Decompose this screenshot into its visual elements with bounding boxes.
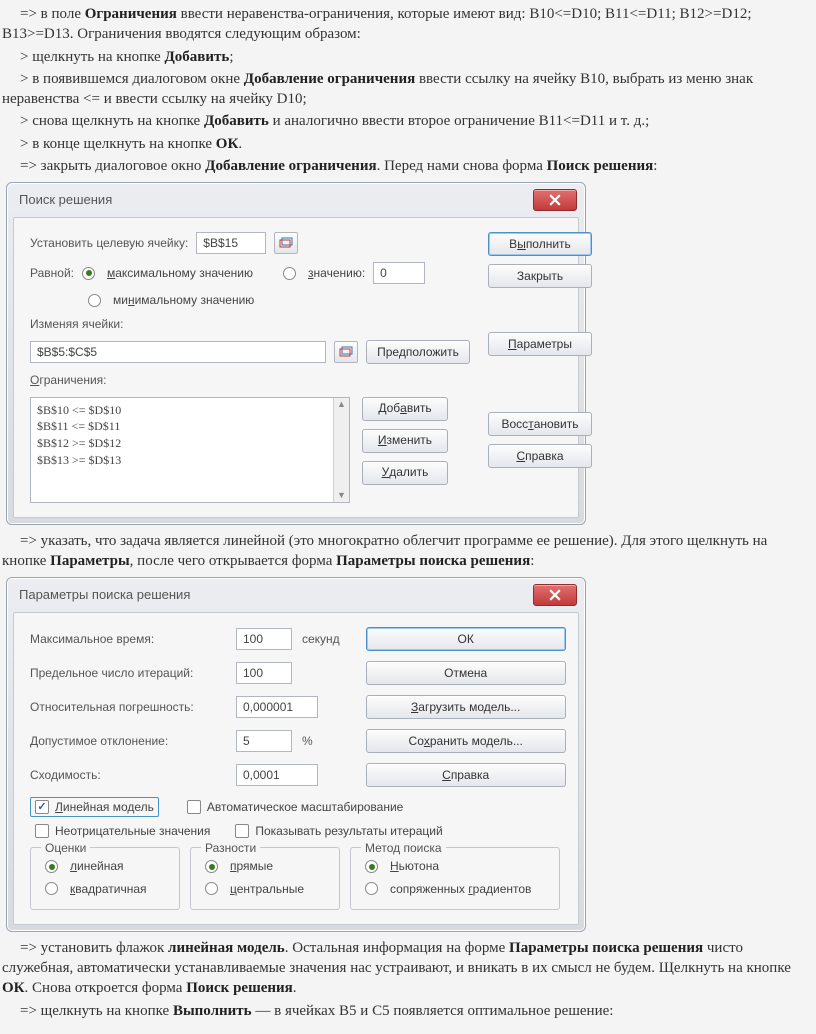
changing-ref-button[interactable] [334, 341, 358, 363]
para-6: => закрыть диалоговое окно Добавление ог… [2, 156, 814, 176]
close-button[interactable] [533, 584, 577, 606]
radio-method-conj[interactable] [365, 882, 378, 895]
close-icon [549, 194, 561, 206]
target-ref-button[interactable] [274, 232, 298, 254]
solver-titlebar: Поиск решения [7, 183, 585, 215]
changing-label: Изменяя ячейки: [30, 316, 123, 332]
chk-linear[interactable]: ✓ [35, 800, 49, 814]
target-cell-input[interactable]: $B$15 [196, 232, 266, 254]
save-model-button[interactable]: Сохранить модель... [366, 729, 566, 753]
para-1: => в поле Ограничения ввести неравенства… [2, 4, 814, 45]
predict-button[interactable]: Предположить [366, 340, 470, 364]
params-titlebar: Параметры поиска решения [7, 578, 585, 610]
para-7: => указать, что задача является линейной… [2, 531, 814, 572]
chk-nonneg[interactable] [35, 824, 49, 838]
scrollbar[interactable]: ▲▼ [333, 398, 349, 502]
para-3: > в появившемся диалоговом окне Добавлен… [2, 69, 814, 110]
para-5: > в конце щелкнуть на кнопке ОК. [2, 134, 814, 154]
para-4: > снова щелкнуть на кнопке Добавить и ан… [2, 111, 814, 131]
radio-diff-cen[interactable] [205, 882, 218, 895]
help-button[interactable]: Справка [488, 444, 592, 468]
help-button[interactable]: Справка [366, 763, 566, 787]
iter-input[interactable]: 100 [236, 662, 292, 684]
iter-label: Предельное число итераций: [30, 665, 226, 681]
value-input[interactable]: 0 [373, 262, 425, 284]
params-dialog: Параметры поиска решения Максимальное вр… [6, 577, 586, 932]
radio-max-label: максимальному значению [107, 265, 253, 281]
prec-input[interactable]: 0,000001 [236, 696, 318, 718]
constraints-listbox[interactable]: $B$10 <= $D$10 $B$11 <= $D$11 $B$12 >= $… [30, 397, 350, 503]
max-time-input[interactable]: 100 [236, 628, 292, 650]
params-title: Параметры поиска решения [19, 586, 190, 604]
conv-label: Сходимость: [30, 767, 226, 783]
group-diffs: Разности прямые центральные [190, 847, 340, 909]
add-button[interactable]: Добавить [362, 397, 448, 421]
seconds-label: секунд [302, 631, 340, 647]
params-button[interactable]: Параметры [488, 332, 592, 356]
ok-button[interactable]: ОК [366, 627, 566, 651]
conv-input[interactable]: 0,0001 [236, 764, 318, 786]
radio-value[interactable] [283, 267, 296, 280]
para-2: > щелкнуть на кнопке Добавить; [2, 47, 814, 67]
solver-title: Поиск решения [19, 191, 112, 209]
chk-nonneg-label: Неотрицательные значения [55, 823, 210, 839]
constraint-row[interactable]: $B$10 <= $D$10 [37, 402, 343, 419]
close-button[interactable] [533, 189, 577, 211]
collapse-icon [279, 237, 293, 249]
chk-linear-label: Линейная модель [55, 799, 154, 815]
prec-label: Относительная погрешность: [30, 699, 226, 715]
delete-button[interactable]: Удалить [362, 461, 448, 485]
chk-autoscale-label: Автоматическое масштабирование [207, 799, 403, 815]
constraint-row[interactable]: $B$12 >= $D$12 [37, 435, 343, 452]
constraint-row[interactable]: $B$11 <= $D$11 [37, 418, 343, 435]
para-9: => щелкнуть на кнопке Выполнить — в ячей… [2, 1001, 814, 1021]
target-label: Установить целевую ячейку: [30, 235, 188, 251]
chk-autoscale[interactable] [187, 800, 201, 814]
radio-est-linear[interactable] [45, 860, 58, 873]
changing-cells-input[interactable]: $B$5:$C$5 [30, 341, 326, 363]
radio-min-label: минимальному значению [113, 292, 254, 308]
close-dialog-button[interactable]: Закрыть [488, 264, 592, 288]
radio-min[interactable] [88, 294, 101, 307]
chk-showiter[interactable] [235, 824, 249, 838]
restore-button[interactable]: Восстановить [488, 412, 592, 436]
edit-button[interactable]: Изменить [362, 429, 448, 453]
cancel-button[interactable]: Отмена [366, 661, 566, 685]
equal-label: Равной: [30, 265, 74, 281]
close-icon [549, 589, 561, 601]
radio-value-label: значению: [308, 265, 365, 281]
load-model-button[interactable]: Загрузить модель... [366, 695, 566, 719]
tol-input[interactable]: 5 [236, 730, 292, 752]
collapse-icon [339, 346, 353, 358]
percent-label: % [302, 733, 313, 749]
constraint-row[interactable]: $B$13 >= $D$13 [37, 452, 343, 469]
radio-est-quad[interactable] [45, 882, 58, 895]
chk-showiter-label: Показывать результаты итераций [255, 823, 442, 839]
run-button[interactable]: Выполнить [488, 232, 592, 256]
group-method: Метод поиска Ньютона сопряженных градиен… [350, 847, 560, 909]
para-8: => установить флажок линейная модель. Ос… [2, 938, 814, 999]
tol-label: Допустимое отклонение: [30, 733, 226, 749]
radio-diff-fwd[interactable] [205, 860, 218, 873]
max-time-label: Максимальное время: [30, 631, 226, 647]
solver-dialog: Поиск решения Установить целевую ячейку:… [6, 182, 586, 525]
radio-max[interactable] [82, 267, 95, 280]
radio-method-newton[interactable] [365, 860, 378, 873]
group-estimates: Оценки линейная квадратичная [30, 847, 180, 909]
constraints-label: Ограничения: [30, 372, 107, 388]
